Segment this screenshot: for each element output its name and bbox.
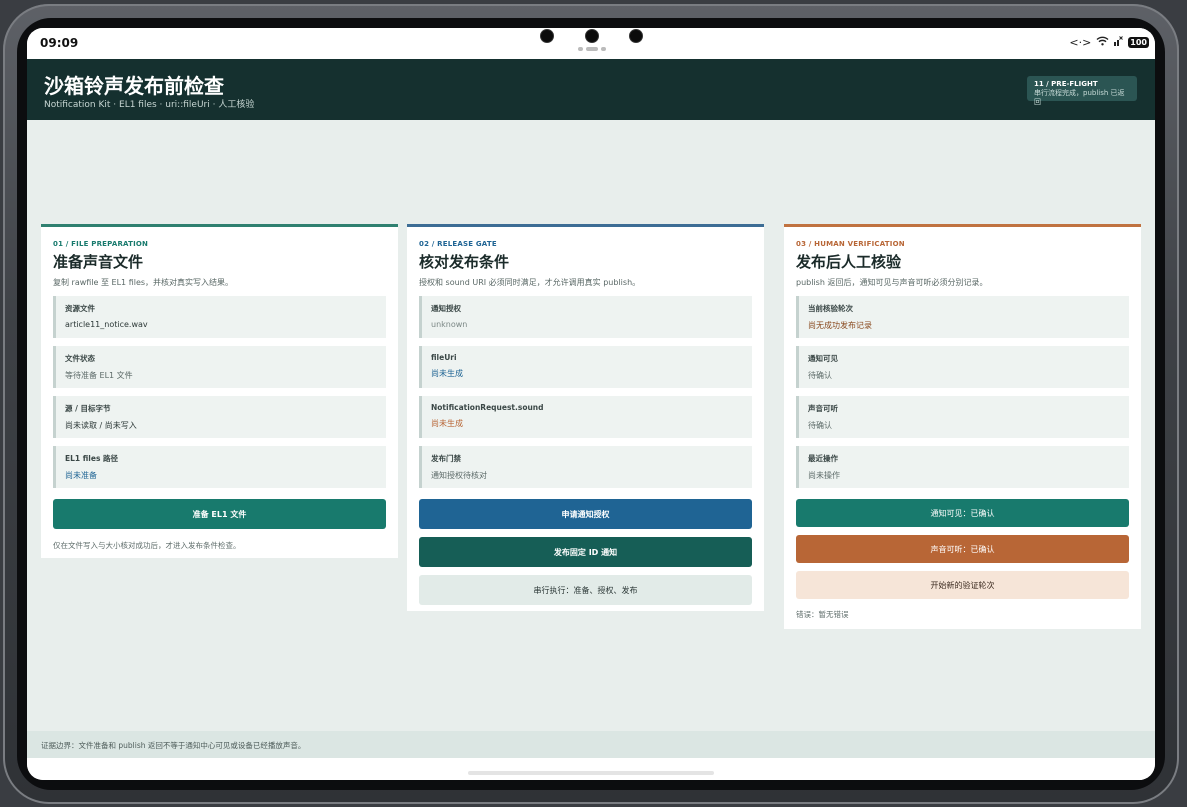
badge-title: 11 / PRE-FLIGHT <box>1034 80 1098 88</box>
file-preparation-card: 01 / FILE PREPARATION 准备声音文件 复制 rawfile … <box>41 224 398 558</box>
row-value: 尚未读取 / 尚未写入 <box>65 421 137 430</box>
camera-dot <box>540 29 554 43</box>
info-row-resource-file: 资源文件 article11_notice.wav <box>53 296 386 338</box>
signal-off-icon <box>1114 36 1124 49</box>
info-row-fileuri: fileUri 尚未生成 <box>419 346 752 388</box>
row-label: NotificationRequest.sound <box>431 403 544 412</box>
card-title: 发布后人工核验 <box>796 253 902 271</box>
row-value: 待确认 <box>808 371 832 380</box>
camera-dot <box>585 29 599 43</box>
screen: 09:09 <·> 100 沙箱铃声发布前检查 Notification Kit… <box>27 28 1155 780</box>
info-row-bytes: 源 / 目标字节 尚未读取 / 尚未写入 <box>53 396 386 438</box>
confirm-audible-button[interactable]: 声音可听：已确认 <box>796 535 1129 563</box>
row-value: article11_notice.wav <box>65 320 148 329</box>
row-value: unknown <box>431 320 468 329</box>
card-title: 准备声音文件 <box>53 253 144 271</box>
card-kicker: 01 / FILE PREPARATION <box>53 240 149 248</box>
row-label: EL1 files 路径 <box>65 454 119 463</box>
row-label: fileUri <box>431 353 457 362</box>
row-label: 文件状态 <box>65 354 95 363</box>
page-subtitle: Notification Kit · EL1 files · uri::file… <box>44 100 255 110</box>
new-round-button[interactable]: 开始新的验证轮次 <box>796 571 1129 599</box>
card-kicker: 03 / HUMAN VERIFICATION <box>796 240 905 248</box>
release-gate-card: 02 / RELEASE GATE 核对发布条件 授权和 sound URI 必… <box>407 224 764 611</box>
row-value: 尚未操作 <box>808 471 840 480</box>
row-label: 发布门禁 <box>431 454 461 463</box>
status-time: 09:09 <box>40 36 79 50</box>
request-auth-button[interactable]: 申请通知授权 <box>419 499 752 529</box>
row-value: 尚无成功发布记录 <box>808 321 872 330</box>
multiwindow-indicator[interactable] <box>577 47 607 51</box>
card-description: 复制 rawfile 至 EL1 files，并核对真实写入结果。 <box>53 278 234 287</box>
info-row-sound-audible: 声音可听 待确认 <box>796 396 1129 438</box>
info-row-file-status: 文件状态 等待准备 EL1 文件 <box>53 346 386 388</box>
app-header: 沙箱铃声发布前检查 Notification Kit · EL1 files ·… <box>27 59 1155 120</box>
info-row-el1-path: EL1 files 路径 尚未准备 <box>53 446 386 488</box>
home-indicator[interactable] <box>468 771 714 775</box>
card-description: 授权和 sound URI 必须同时满足，才允许调用真实 publish。 <box>419 278 641 287</box>
nfc-icon: <·> <box>1069 35 1092 49</box>
row-value: 尚未生成 <box>431 419 463 428</box>
battery-icon: 100 <box>1128 37 1149 48</box>
page-title: 沙箱铃声发布前检查 <box>44 74 224 98</box>
row-value: 尚未准备 <box>65 471 97 480</box>
badge-text: 串行流程完成，publish 已返回 <box>1034 89 1125 106</box>
error-text: 错误：暂无错误 <box>796 610 849 619</box>
main-content: 01 / FILE PREPARATION 准备声音文件 复制 rawfile … <box>27 120 1155 731</box>
row-value: 通知授权待核对 <box>431 471 487 480</box>
row-label: 通知授权 <box>431 304 461 313</box>
row-value: 等待准备 EL1 文件 <box>65 371 133 380</box>
serial-run-button[interactable]: 串行执行：准备、授权、发布 <box>419 575 752 605</box>
gesture-area <box>27 758 1155 780</box>
wifi-icon <box>1096 36 1109 49</box>
info-row-last-action: 最近操作 尚未操作 <box>796 446 1129 488</box>
info-row-request-sound: NotificationRequest.sound 尚未生成 <box>419 396 752 438</box>
status-badge: 11 / PRE-FLIGHT 串行流程完成，publish 已返回 <box>1027 76 1137 106</box>
card-description: publish 返回后，通知可见与声音可听必须分别记录。 <box>796 278 988 287</box>
card-kicker: 02 / RELEASE GATE <box>419 240 497 248</box>
row-label: 声音可听 <box>808 404 838 413</box>
row-label: 当前核验轮次 <box>808 304 853 313</box>
card-note: 仅在文件写入与大小核对成功后，才进入发布条件检查。 <box>53 541 241 550</box>
publish-notification-button[interactable]: 发布固定 ID 通知 <box>419 537 752 567</box>
row-label: 最近操作 <box>808 454 838 463</box>
info-row-current-round: 当前核验轮次 尚无成功发布记录 <box>796 296 1129 338</box>
info-row-notification-auth: 通知授权 unknown <box>419 296 752 338</box>
confirm-visible-button[interactable]: 通知可见：已确认 <box>796 499 1129 527</box>
card-title: 核对发布条件 <box>419 253 510 271</box>
info-row-notification-visible: 通知可见 待确认 <box>796 346 1129 388</box>
row-label: 通知可见 <box>808 354 838 363</box>
row-value: 尚未生成 <box>431 369 463 378</box>
status-icons: <·> 100 <box>1069 36 1149 49</box>
row-value: 待确认 <box>808 421 832 430</box>
evidence-boundary-footer: 证据边界：文件准备和 publish 返回不等于通知中心可见或设备已经播放声音。 <box>27 731 1155 758</box>
row-label: 源 / 目标字节 <box>65 404 111 413</box>
info-row-publish-gate: 发布门禁 通知授权待核对 <box>419 446 752 488</box>
row-label: 资源文件 <box>65 304 95 313</box>
human-verification-card: 03 / HUMAN VERIFICATION 发布后人工核验 publish … <box>784 224 1141 629</box>
camera-dot <box>629 29 643 43</box>
prepare-el1-button[interactable]: 准备 EL1 文件 <box>53 499 386 529</box>
